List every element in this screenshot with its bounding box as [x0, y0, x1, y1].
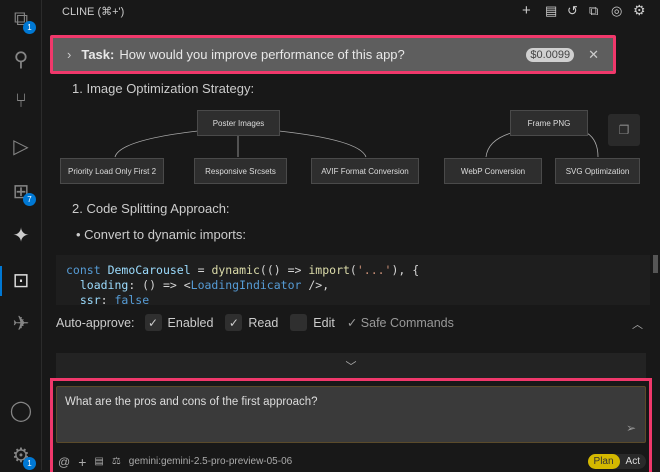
model-selector[interactable]: gemini:gemini-2.5-pro-preview-05-06 [129, 456, 292, 467]
mention-icon[interactable]: @ [58, 455, 70, 469]
copy-icon[interactable]: ❐ [608, 114, 640, 146]
mode-toggle[interactable]: Plan Act [587, 454, 646, 469]
send-icon[interactable]: ➢ [626, 421, 636, 435]
checkbox-enabled[interactable]: ✓ [144, 314, 162, 331]
chat-input[interactable]: What are the pros and cons of the first … [56, 386, 646, 443]
diagram-node: Frame PNG [510, 110, 588, 136]
diagram-node: Responsive Srcsets [194, 158, 287, 184]
edge [278, 130, 367, 158]
edit-label: Edit [313, 315, 335, 330]
auto-approve-label: Auto-approve: [56, 315, 135, 330]
auto-approve-bar: Auto-approve: ✓ Enabled ✓ Read Edit ✓ Sa… [56, 314, 454, 331]
diagram-node: Poster Images [197, 110, 280, 136]
code-block: const DemoCarousel = dynamic(() => impor… [56, 255, 650, 305]
scrollbar[interactable] [653, 255, 658, 273]
plan-mode[interactable]: Plan [587, 454, 620, 469]
bullet-text: Convert to dynamic imports: [84, 227, 247, 242]
cline-robot-icon[interactable]: ⊡ [8, 267, 34, 293]
expand-button[interactable]: ﹀ [56, 353, 646, 378]
active-indicator [0, 266, 2, 296]
diagram-node: WebP Conversion [444, 158, 542, 184]
input-toolbar: @ + ▤ ⚖ gemini:gemini-2.5-pro-preview-05… [58, 453, 646, 470]
diagram-node: SVG Optimization [555, 158, 640, 184]
account-icon[interactable]: ◯ [8, 397, 34, 423]
edge [114, 130, 199, 158]
model-icon[interactable]: ⚖ [112, 456, 121, 467]
sparkle-icon[interactable]: ✦ [8, 222, 34, 248]
chevron-down-icon: ﹀ [345, 360, 357, 373]
plus-icon[interactable]: + [78, 454, 86, 470]
diagram-node: AVIF Format Conversion [311, 158, 419, 184]
badge: 1 [23, 457, 36, 470]
checkbox-edit[interactable] [290, 314, 308, 331]
server-icon[interactable]: ▤ [94, 456, 103, 467]
enabled-label: Enabled [167, 315, 214, 330]
edge [485, 132, 512, 158]
safe-commands: ✓ Safe Commands [346, 316, 454, 330]
chat-input-text: What are the pros and cons of the first … [65, 396, 318, 408]
read-label: Read [248, 315, 279, 330]
edge [586, 132, 599, 158]
bullet-item: • Convert to dynamic imports: [76, 227, 247, 242]
kangaroo-icon[interactable]: ✈ [8, 310, 34, 336]
heading-code-splitting: 2. Code Splitting Approach: [72, 201, 230, 216]
settings-gear-icon[interactable]: ⚙ 1 [8, 442, 36, 470]
diagram-node: Priority Load Only First 2 [60, 158, 164, 184]
checkbox-read[interactable]: ✓ [225, 314, 243, 331]
act-mode[interactable]: Act [620, 454, 646, 469]
chevron-up-icon[interactable]: ︿ [632, 316, 643, 332]
